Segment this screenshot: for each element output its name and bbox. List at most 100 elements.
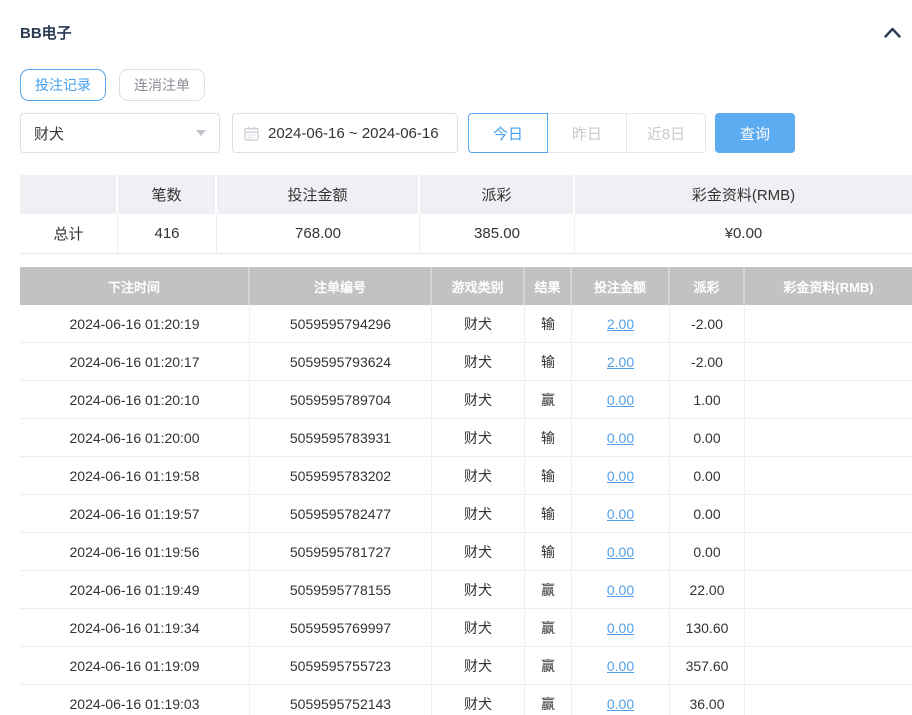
bet-amount-cell: 0.00 [572, 495, 670, 533]
total-count: 416 [118, 214, 217, 254]
bet-id-cell: 5059595769997 [250, 609, 432, 647]
panel-header: BB电子 [20, 22, 912, 43]
result-cell: 赢 [525, 685, 572, 715]
calendar-icon [244, 126, 259, 141]
game-type-cell: 财犬 [432, 685, 525, 715]
bet-amount-cell: 2.00 [572, 343, 670, 381]
total-bet-amount: 768.00 [217, 214, 420, 254]
range-last8days-button[interactable]: 近8日 [626, 113, 706, 153]
bet-table-column-header: 下注时间 [20, 267, 250, 305]
bet-amount-link[interactable]: 0.00 [607, 620, 634, 636]
collapse-panel-button[interactable] [881, 24, 904, 41]
bet-amount-cell: 2.00 [572, 305, 670, 343]
bet-table-column-header: 派彩 [670, 267, 745, 305]
bonus-cell [745, 457, 912, 495]
chevron-up-icon [883, 27, 902, 42]
summary-total-row: 总计 416 768.00 385.00 ¥0.00 [20, 214, 912, 254]
payout-cell: -2.00 [670, 305, 745, 343]
bet-amount-link[interactable]: 0.00 [607, 392, 634, 408]
range-today-button[interactable]: 今日 [468, 113, 548, 153]
bet-amount-link[interactable]: 0.00 [607, 582, 634, 598]
bet-id-cell: 5059595752143 [250, 685, 432, 715]
table-row: 2024-06-16 01:20:195059595794296财犬输2.00-… [20, 305, 912, 343]
bet-amount-link[interactable]: 2.00 [607, 354, 634, 370]
bet-records-panel: BB电子 投注记录 连消注单 财犬 [0, 0, 912, 715]
date-range-input[interactable]: 2024-06-16 ~ 2024-06-16 [232, 113, 458, 153]
result-cell: 输 [525, 305, 572, 343]
bet-id-cell: 5059595783202 [250, 457, 432, 495]
filter-toolbar: 财犬 2024-06-16 ~ 2024-06-16 今日 昨日 近8日 查询 [20, 113, 912, 153]
date-range-value: 2024-06-16 ~ 2024-06-16 [268, 125, 439, 142]
bet-id-cell: 5059595794296 [250, 305, 432, 343]
bet-time-cell: 2024-06-16 01:19:03 [20, 685, 250, 715]
bet-table-column-header: 注单编号 [250, 267, 432, 305]
bet-time-cell: 2024-06-16 01:19:57 [20, 495, 250, 533]
game-select[interactable]: 财犬 [20, 113, 220, 153]
game-type-cell: 财犬 [432, 571, 525, 609]
bet-amount-link[interactable]: 0.00 [607, 544, 634, 560]
page-title: BB电子 [20, 22, 72, 43]
payout-cell: 130.60 [670, 609, 745, 647]
bet-time-cell: 2024-06-16 01:19:49 [20, 571, 250, 609]
bet-amount-cell: 0.00 [572, 571, 670, 609]
bet-id-cell: 5059595778155 [250, 571, 432, 609]
bet-table-body: 2024-06-16 01:20:195059595794296财犬输2.00-… [20, 305, 912, 715]
search-button[interactable]: 查询 [715, 113, 795, 153]
table-row: 2024-06-16 01:19:095059595755723财犬赢0.003… [20, 647, 912, 685]
bet-amount-link[interactable]: 0.00 [607, 430, 634, 446]
payout-cell: 36.00 [670, 685, 745, 715]
bet-time-cell: 2024-06-16 01:20:19 [20, 305, 250, 343]
bonus-cell [745, 381, 912, 419]
total-bonus: ¥0.00 [575, 214, 912, 254]
game-type-cell: 财犬 [432, 381, 525, 419]
bet-amount-link[interactable]: 0.00 [607, 468, 634, 484]
record-type-tabs: 投注记录 连消注单 [20, 69, 912, 101]
bet-table: 下注时间注单编号游戏类别结果投注金额派彩彩金资料(RMB) 2024-06-16… [20, 267, 912, 715]
payout-cell: 0.00 [670, 533, 745, 571]
table-row: 2024-06-16 01:20:175059595793624财犬输2.00-… [20, 343, 912, 381]
table-row: 2024-06-16 01:19:345059595769997财犬赢0.001… [20, 609, 912, 647]
summary-col-count: 笔数 [118, 175, 217, 214]
table-row: 2024-06-16 01:20:005059595783931财犬输0.000… [20, 419, 912, 457]
bet-table-column-header: 投注金额 [572, 267, 670, 305]
bet-id-cell: 5059595783931 [250, 419, 432, 457]
summary-col-bet-amount: 投注金额 [217, 175, 420, 214]
bet-amount-link[interactable]: 0.00 [607, 696, 634, 712]
bet-id-cell: 5059595755723 [250, 647, 432, 685]
tab-label: 投注记录 [35, 75, 91, 95]
bet-amount-link[interactable]: 2.00 [607, 316, 634, 332]
bonus-cell [745, 571, 912, 609]
bet-table-column-header: 彩金资料(RMB) [745, 267, 912, 305]
payout-cell: 22.00 [670, 571, 745, 609]
bet-time-cell: 2024-06-16 01:20:10 [20, 381, 250, 419]
table-row: 2024-06-16 01:19:585059595783202财犬输0.000… [20, 457, 912, 495]
bonus-cell [745, 685, 912, 715]
bonus-cell [745, 305, 912, 343]
bet-amount-link[interactable]: 0.00 [607, 658, 634, 674]
bet-table-column-header: 结果 [525, 267, 572, 305]
bet-amount-cell: 0.00 [572, 457, 670, 495]
bet-amount-link[interactable]: 0.00 [607, 506, 634, 522]
game-type-cell: 财犬 [432, 457, 525, 495]
payout-cell: -2.00 [670, 343, 745, 381]
table-row: 2024-06-16 01:19:565059595781727财犬输0.000… [20, 533, 912, 571]
bet-id-cell: 5059595782477 [250, 495, 432, 533]
summary-table: 笔数 投注金额 派彩 彩金资料(RMB) 总计 416 768.00 385.0… [20, 175, 912, 254]
tab-bet-records[interactable]: 投注记录 [20, 69, 106, 101]
bet-time-cell: 2024-06-16 01:20:00 [20, 419, 250, 457]
range-yesterday-button[interactable]: 昨日 [547, 113, 627, 153]
bonus-cell [745, 419, 912, 457]
summary-col-bonus: 彩金资料(RMB) [575, 175, 912, 214]
bet-time-cell: 2024-06-16 01:19:09 [20, 647, 250, 685]
bet-amount-cell: 0.00 [572, 419, 670, 457]
result-cell: 输 [525, 457, 572, 495]
game-select-value: 财犬 [34, 123, 64, 144]
result-cell: 赢 [525, 647, 572, 685]
tab-cancelled-bets[interactable]: 连消注单 [119, 69, 205, 101]
table-row: 2024-06-16 01:19:575059595782477财犬输0.000… [20, 495, 912, 533]
game-type-cell: 财犬 [432, 609, 525, 647]
caret-down-icon [196, 130, 206, 136]
table-row: 2024-06-16 01:19:495059595778155财犬赢0.002… [20, 571, 912, 609]
game-type-cell: 财犬 [432, 419, 525, 457]
total-payout: 385.00 [420, 214, 575, 254]
